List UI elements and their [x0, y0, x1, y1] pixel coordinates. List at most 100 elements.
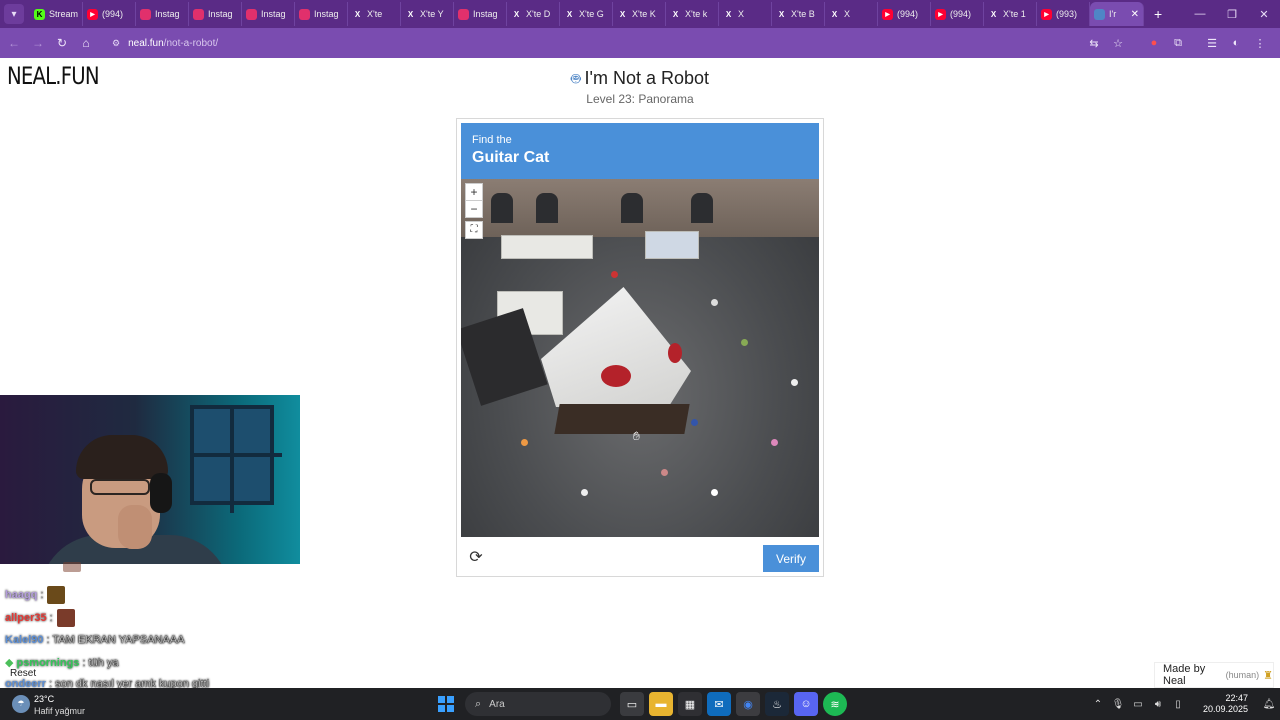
webcam-overlay [0, 395, 300, 564]
close-window-icon[interactable]: ✕ [1248, 8, 1280, 21]
robot-icon: 🤖︎ [570, 71, 581, 88]
browser-tab[interactable]: ▶ (994) [83, 2, 136, 26]
fullscreen-icon[interactable]: ⛶ [465, 221, 483, 239]
x-icon: X [778, 9, 785, 19]
microphone-icon[interactable]: 🎙︎ [1108, 699, 1128, 710]
browser-tab[interactable]: X X'te Y [401, 2, 454, 26]
tab-title: X'te G [579, 9, 604, 19]
target-label: Guitar Cat [472, 149, 550, 166]
new-tab-button[interactable]: + [1154, 6, 1162, 22]
find-label: Find the [472, 134, 512, 146]
profile-avatar-icon[interactable]: ◐ [1224, 37, 1248, 49]
task-view-icon[interactable]: ▭ [620, 692, 644, 716]
tab-title: (993) [1056, 9, 1078, 19]
panorama-stall [501, 235, 593, 259]
steam-icon[interactable]: ♨ [765, 692, 789, 716]
home-icon[interactable]: ⌂ [74, 36, 98, 50]
youtube-icon: ▶ [935, 8, 946, 20]
reading-list-icon[interactable]: ☰ [1200, 37, 1224, 50]
browser-tab[interactable]: XX [719, 2, 772, 26]
browser-tab[interactable]: Instag [454, 2, 507, 26]
file-explorer-icon[interactable]: ▬ [649, 692, 673, 716]
toolbar-icons: ⇆ ☆ ● ⧉ ☰ ◐ ⋮ [1082, 28, 1272, 58]
browser-tab[interactable]: ▶ (994) [878, 2, 931, 26]
chat-user: Kalel90 [5, 634, 44, 646]
weather-widget[interactable]: ☂ 23°C Hafif yağmur [12, 691, 102, 717]
browser-tab[interactable]: X X'te [348, 2, 401, 26]
x-icon: X [566, 9, 573, 19]
reset-link[interactable]: Reset [10, 668, 36, 679]
youtube-icon: ▶ [882, 8, 893, 20]
tray-chevron-icon[interactable]: ⌃ [1088, 699, 1108, 710]
minimize-icon[interactable]: — [1184, 8, 1216, 20]
tent-logo [668, 343, 682, 363]
browser-tab[interactable]: X X'te G [560, 2, 613, 26]
tab-title: (994) [897, 9, 919, 19]
record-extension-icon[interactable]: ● [1142, 37, 1166, 49]
panorama-viewer[interactable]: + − ⛶ ✋︎ [461, 179, 819, 537]
menu-dots-icon[interactable]: ⋮ [1248, 37, 1272, 50]
browser-tab[interactable]: Instag [136, 2, 189, 26]
browser-tab[interactable]: K Stream [30, 2, 83, 26]
instagram-icon [246, 8, 257, 20]
restore-icon[interactable]: ❐ [1216, 8, 1248, 21]
discord-icon[interactable]: ☺ [794, 692, 818, 716]
made-by-text: Made by Neal [1163, 663, 1206, 687]
taskbar-clock[interactable]: 22:47 20.09.2025 [1188, 693, 1248, 715]
browser-tab[interactable]: X X'te D [507, 2, 560, 26]
site-info-icon[interactable]: ⚙ [112, 38, 120, 49]
tab-title: (994) [950, 9, 972, 19]
store-icon[interactable]: ▦ [678, 692, 702, 716]
start-icon[interactable] [438, 696, 454, 712]
battery-icon[interactable]: ▯ [1168, 699, 1188, 710]
youtube-icon: ▶ [1041, 8, 1052, 20]
taskbar-search[interactable]: ⌕ Ara [465, 692, 611, 716]
tab-search-icon[interactable]: ▾ [4, 4, 24, 24]
chat-emote [47, 586, 66, 604]
panorama-person [741, 339, 748, 346]
browser-tab[interactable]: ▶ (993) [1037, 2, 1090, 26]
x-icon: X [354, 9, 361, 19]
notification-icon[interactable]: 🔔︎ [1258, 699, 1280, 710]
reload-icon[interactable]: ↻ [50, 36, 74, 50]
instagram-icon [458, 8, 469, 20]
browser-tab[interactable]: ▶ (994) [931, 2, 984, 26]
extensions-icon[interactable]: ⧉ [1166, 37, 1190, 50]
chat-line: Kalel90 : TAM EKRAN YAPSANAAA [5, 634, 185, 646]
browser-tab[interactable]: X X'te k [666, 2, 719, 26]
network-icon[interactable]: ▭ [1128, 699, 1148, 710]
bookmark-star-icon[interactable]: ☆ [1106, 37, 1130, 50]
browser-toolbar: ← → ↻ ⌂ ⚙ neal.fun/not-a-robot/ ⇆ ☆ ● ⧉ … [0, 28, 1280, 58]
browser-tab[interactable]: X X'te B [772, 2, 825, 26]
translate-icon[interactable]: ⇆ [1082, 37, 1106, 50]
browser-tab[interactable]: Instag [189, 2, 242, 26]
tab-close-icon[interactable]: ✕ [1131, 9, 1139, 20]
tab-title: X [844, 9, 851, 19]
zoom-out-button[interactable]: − [465, 200, 483, 218]
panorama-arch [536, 193, 558, 223]
panorama-stall [645, 231, 699, 259]
webcam-hand [118, 505, 152, 549]
tab-title: X'te [367, 9, 383, 19]
browser-tab[interactable]: Instag [295, 2, 348, 26]
address-bar[interactable]: ⚙ neal.fun/not-a-robot/ [104, 32, 1140, 54]
zoom-in-button[interactable]: + [465, 183, 483, 201]
outlook-icon[interactable]: ✉ [707, 692, 731, 716]
system-tray: ⌃ 🎙︎ ▭ 🔊︎ ▯ 22:47 20.09.2025 🔔︎ [1088, 688, 1280, 720]
back-icon[interactable]: ← [2, 36, 26, 50]
made-by-badge[interactable]: Made by Neal (human) ♜ [1154, 662, 1274, 688]
spotify-icon[interactable]: ≋ [823, 692, 847, 716]
chat-text: : TAM EKRAN YAPSANAAA [46, 634, 185, 646]
browser-tab[interactable]: XX [825, 2, 878, 26]
chrome-icon[interactable]: ◉ [736, 692, 760, 716]
verify-button[interactable]: Verify [763, 545, 819, 572]
browser-tab[interactable]: Instag [242, 2, 295, 26]
browser-tab[interactable]: X X'te 1 [984, 2, 1037, 26]
instagram-icon [193, 8, 204, 20]
volume-icon[interactable]: 🔊︎ [1148, 699, 1168, 710]
forward-icon[interactable]: → [26, 36, 50, 50]
panorama-tent-base [554, 404, 690, 434]
browser-tab[interactable]: I'r ✕ [1090, 2, 1144, 26]
refresh-icon[interactable]: ⟳ [467, 549, 485, 567]
browser-tab[interactable]: X X'te K [613, 2, 666, 26]
